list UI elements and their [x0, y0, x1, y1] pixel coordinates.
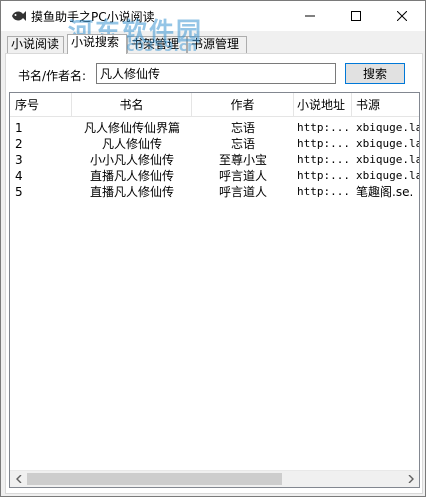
- app-window: 摸鱼助手之PC小说阅读 小说阅读 小说搜索 书架管理 书源管理 书名/作者名: …: [0, 0, 426, 497]
- title-bar[interactable]: 摸鱼助手之PC小说阅读: [1, 1, 425, 31]
- tab-book-source-management[interactable]: 书源管理: [187, 36, 247, 53]
- row-url: http:...: [297, 169, 350, 182]
- close-icon: [397, 11, 407, 21]
- row-source: xbiquge.la: [356, 137, 419, 150]
- minimize-icon: [305, 15, 315, 17]
- row-title: 直播凡人修仙传: [89, 169, 174, 183]
- row-index: 1: [15, 121, 23, 135]
- row-author: 呼言道人: [218, 169, 267, 183]
- window-title: 摸鱼助手之PC小说阅读: [31, 10, 155, 24]
- row-author: 忘语: [230, 121, 255, 135]
- row-source: 笔趣阁.se.: [356, 185, 414, 199]
- close-button[interactable]: [379, 1, 425, 31]
- tab-novel-reading[interactable]: 小说阅读: [7, 36, 64, 53]
- row-author: 至尊小宝: [218, 153, 267, 167]
- tab-bookshelf-management[interactable]: 书架管理: [127, 36, 187, 53]
- results-list[interactable]: 序号 书名 作者 小说地址 书源 1 凡人修仙传仙界篇 忘语 http:... …: [9, 92, 420, 488]
- row-title: 小小凡人修仙传: [89, 153, 174, 167]
- row-index: 3: [15, 153, 23, 167]
- row-author: 忘语: [230, 137, 255, 151]
- row-title: 凡人修仙传仙界篇: [83, 121, 180, 135]
- tab-novel-search[interactable]: 小说搜索: [67, 34, 127, 54]
- table-row[interactable]: 4 直播凡人修仙传 呼言道人 http:... xbiquge.la: [10, 168, 419, 184]
- scroll-left-button[interactable]: [10, 471, 27, 487]
- row-source: xbiquge.la: [356, 169, 419, 182]
- row-index: 4: [15, 169, 23, 183]
- row-url: http:...: [297, 121, 350, 134]
- table-row[interactable]: 2 凡人修仙传 忘语 http:... xbiquge.la: [10, 136, 419, 152]
- search-panel: 书名/作者名: 搜索 序号 书名 作者 小说地址 书源 1 凡人修仙传仙界篇 忘…: [5, 53, 423, 494]
- row-source: xbiquge.la: [356, 121, 419, 134]
- maximize-icon: [351, 11, 361, 21]
- maximize-button[interactable]: [333, 1, 379, 31]
- chevron-right-icon: [408, 475, 414, 483]
- row-title: 直播凡人修仙传: [89, 185, 174, 199]
- row-index: 2: [15, 137, 23, 151]
- row-index: 5: [15, 185, 23, 199]
- results-header: 序号 书名 作者 小说地址 书源: [10, 93, 419, 117]
- row-author: 呼言道人: [218, 185, 267, 199]
- minimize-button[interactable]: [287, 1, 333, 31]
- column-header-author[interactable]: 作者: [192, 93, 294, 117]
- row-url: http:...: [297, 153, 350, 166]
- table-row[interactable]: 3 小小凡人修仙传 至尊小宝 http:... xbiquge.la: [10, 152, 419, 168]
- column-header-source[interactable]: 书源: [352, 93, 419, 117]
- row-source: xbiquge.la: [356, 153, 419, 166]
- table-row[interactable]: 5 直播凡人修仙传 呼言道人 http:... 笔趣阁.se.: [10, 184, 419, 200]
- column-header-index[interactable]: 序号: [10, 93, 72, 117]
- column-header-title[interactable]: 书名: [72, 93, 192, 117]
- tab-strip: 小说阅读 小说搜索 书架管理 书源管理: [5, 34, 425, 54]
- table-row[interactable]: 1 凡人修仙传仙界篇 忘语 http:... xbiquge.la: [10, 120, 419, 136]
- row-url: http:...: [297, 185, 350, 198]
- search-button[interactable]: 搜索: [345, 63, 405, 84]
- scroll-thumb[interactable]: [27, 473, 282, 485]
- search-input[interactable]: [96, 63, 336, 84]
- chevron-left-icon: [15, 475, 21, 483]
- search-label: 书名/作者名:: [18, 69, 87, 83]
- column-header-url[interactable]: 小说地址: [294, 93, 352, 117]
- horizontal-scrollbar[interactable]: [10, 470, 419, 487]
- row-url: http:...: [297, 137, 350, 150]
- app-icon: [12, 11, 26, 21]
- row-title: 凡人修仙传: [101, 137, 162, 151]
- scroll-right-button[interactable]: [402, 471, 419, 487]
